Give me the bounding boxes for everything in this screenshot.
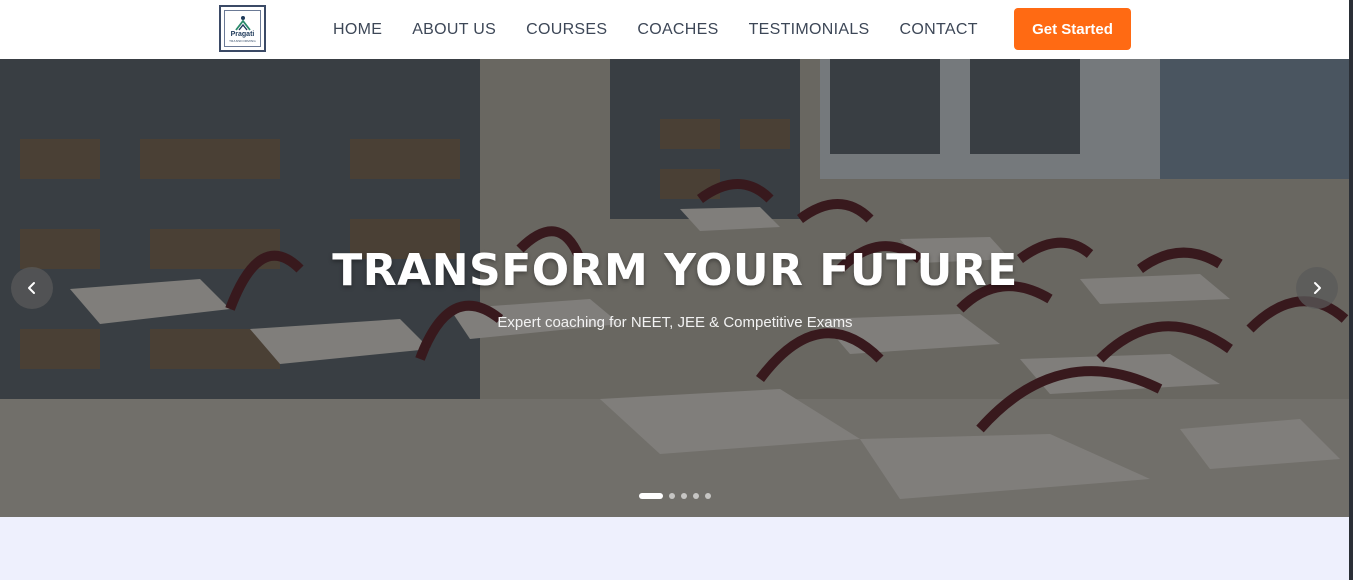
nav-about-us[interactable]: ABOUT US (412, 21, 496, 39)
carousel-dot[interactable] (639, 493, 663, 499)
carousel-dots (639, 493, 717, 499)
logo-name: Pragati (230, 30, 255, 38)
logo-tagline: TRANSFORMING (229, 38, 256, 43)
nav-coaches[interactable]: COACHES (637, 21, 718, 39)
page-scrollbar[interactable] (1349, 0, 1353, 580)
carousel-prev-button[interactable] (11, 267, 53, 309)
chevron-left-icon (28, 282, 35, 294)
nav-testimonials[interactable]: TESTIMONIALS (749, 21, 870, 39)
chevron-right-icon (1314, 282, 1321, 294)
logo-mark-icon (234, 15, 251, 31)
page: Pragati TRANSFORMING HOME ABOUT US COURS… (0, 0, 1353, 580)
hero-subtitle: Expert coaching for NEET, JEE & Competit… (497, 314, 853, 331)
site-header: Pragati TRANSFORMING HOME ABOUT US COURS… (0, 0, 1353, 59)
nav-contact[interactable]: CONTACT (900, 21, 978, 39)
hero-carousel: TRANSFORM YOUR FUTURE Expert coaching fo… (0, 59, 1350, 517)
carousel-dot[interactable] (681, 493, 687, 499)
get-started-button[interactable]: Get Started (1014, 8, 1131, 50)
main-nav: HOME ABOUT US COURSES COACHES TESTIMONIA… (333, 0, 1008, 59)
carousel-next-button[interactable] (1296, 267, 1338, 309)
next-section (0, 517, 1350, 580)
carousel-dot[interactable] (669, 493, 675, 499)
carousel-dot[interactable] (705, 493, 711, 499)
hero-title: TRANSFORM YOUR FUTURE (332, 245, 1018, 296)
nav-courses[interactable]: COURSES (526, 21, 607, 39)
site-logo[interactable]: Pragati TRANSFORMING (219, 5, 266, 52)
logo-frame: Pragati TRANSFORMING (224, 10, 261, 47)
nav-home[interactable]: HOME (333, 21, 382, 39)
carousel-dot[interactable] (693, 493, 699, 499)
